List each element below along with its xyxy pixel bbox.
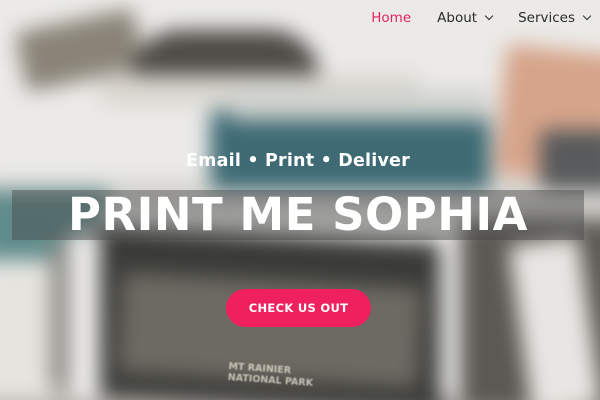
nav-item-about-label: About xyxy=(437,10,478,26)
hero-tagline: Email • Print • Deliver xyxy=(186,151,410,171)
chevron-down-icon xyxy=(582,11,592,21)
main-navigation: Home About Services xyxy=(345,0,600,36)
cta-button-label: CHECK US OUT xyxy=(248,301,349,315)
check-us-out-button[interactable]: CHECK US OUT xyxy=(226,289,371,327)
hero-title: PRINT ME SOPHIA xyxy=(68,188,528,241)
chevron-down-icon xyxy=(484,11,494,21)
nav-item-home-label: Home xyxy=(371,10,412,26)
nav-item-home[interactable]: Home xyxy=(371,10,411,26)
nav-item-services[interactable]: Services xyxy=(518,10,592,26)
nav-item-about[interactable]: About xyxy=(437,10,494,26)
nav-item-services-label: Services xyxy=(518,10,575,26)
